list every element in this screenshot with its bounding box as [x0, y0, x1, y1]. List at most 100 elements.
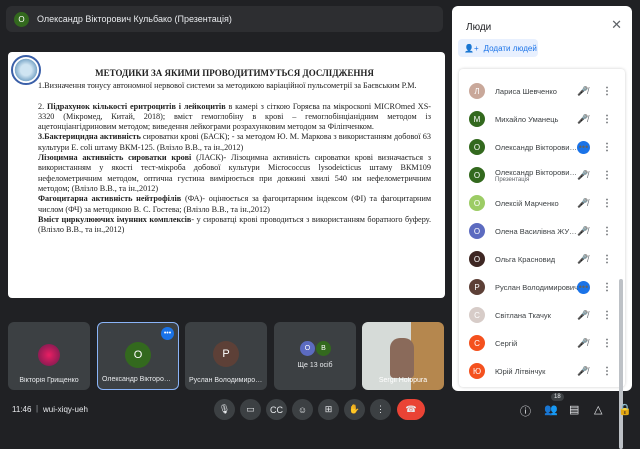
more-dots-icon: •••: [161, 327, 174, 340]
mic-off-icon[interactable]: 🎤̸: [577, 86, 588, 97]
participant-name: Олена Василівна ЖУРЕНКО: [495, 226, 580, 236]
participant-info: Юрій Літвінчук: [495, 367, 580, 376]
participant-row[interactable]: М Михайло Уманець 🎤̸ ⋮: [459, 105, 625, 133]
hangup-icon: ☎: [405, 404, 417, 414]
participant-avatar: О: [469, 251, 485, 267]
p3-bold: 3.Бактерицидна активність: [38, 132, 141, 142]
tile-oleksandr[interactable]: ••• О Олександр Вікторович: [97, 322, 179, 390]
more-vert-icon[interactable]: ⋮: [602, 310, 612, 321]
more-vert-icon[interactable]: ⋮: [602, 366, 612, 377]
participant-avatar: Л: [469, 83, 485, 99]
more-vert-icon: ⋮: [376, 404, 385, 414]
mic-button[interactable]: 🎙: [214, 399, 235, 420]
participant-avatar: Р: [469, 279, 485, 295]
participant-row[interactable]: Р Руслан Володимирович ••• ⋮: [459, 273, 625, 301]
participant-info: Сергій: [495, 339, 580, 348]
participant-name: Сергій: [495, 338, 518, 348]
clock: 11:46: [12, 405, 32, 414]
participant-name: Світлана Ткачук: [495, 310, 551, 320]
participant-info: Ольга Красновид: [495, 255, 580, 264]
mic-off-icon[interactable]: 🎤̸: [577, 310, 588, 321]
host-controls-icon[interactable]: 🔒: [618, 403, 632, 416]
participant-avatar: О: [469, 195, 485, 211]
p4-bold: Лізоцимна активність сироватки крові: [38, 153, 192, 163]
camera-icon: ▭: [246, 404, 255, 414]
video-person: [390, 338, 414, 378]
more-vert-icon[interactable]: ⋮: [602, 114, 612, 125]
mic-off-icon[interactable]: 🎤̸: [577, 226, 588, 237]
participant-avatar: М: [469, 111, 485, 127]
more-vert-icon[interactable]: ⋮: [602, 142, 612, 153]
tile-name: Олександр Вікторович: [102, 376, 176, 383]
mic-off-icon[interactable]: 🎤̸: [577, 338, 588, 349]
university-logo: [11, 55, 41, 85]
more-vert-icon[interactable]: ⋮: [602, 198, 612, 209]
add-people-button[interactable]: 👤+ Додати людей: [458, 39, 538, 57]
hand-icon: ✋: [348, 404, 361, 414]
meeting-code: wui-xiqy-ueh: [43, 405, 88, 414]
speaking-indicator-icon: •••: [577, 280, 590, 294]
mic-off-icon[interactable]: 🎤̸: [577, 254, 588, 265]
activities-icon[interactable]: △: [594, 403, 602, 416]
people-icon[interactable]: 👥: [544, 403, 558, 416]
participant-avatar: Ю: [469, 363, 485, 379]
more-vert-icon[interactable]: ⋮: [602, 254, 612, 265]
participant-row[interactable]: Ю Юрій Літвінчук 🎤̸ ⋮: [459, 357, 625, 385]
avatar: О: [125, 342, 151, 368]
participant-row[interactable]: О Олександр Вікторович КульбакоПрезентац…: [459, 161, 625, 189]
mic-off-icon[interactable]: 🎤̸: [577, 366, 588, 377]
emoji-button[interactable]: ☺: [292, 399, 313, 420]
participant-avatar: О: [469, 139, 485, 155]
participant-info: Михайло Уманець: [495, 115, 580, 124]
chat-icon[interactable]: ▤: [569, 403, 579, 416]
participant-avatar: С: [469, 307, 485, 323]
tile-others[interactable]: О В Ще 13 осіб: [274, 322, 356, 390]
participant-name: Юрій Літвінчук: [495, 366, 546, 376]
p2-bold: Підрахунок кількості еритроцитів і лейко…: [46, 101, 226, 111]
participant-list[interactable]: Л Лариса Шевченко 🎤̸ ⋮ М Михайло Уманець …: [459, 69, 625, 449]
add-person-icon: 👤+: [464, 43, 479, 53]
leave-call-button[interactable]: ☎: [397, 399, 425, 420]
participant-row[interactable]: С Сергій 🎤̸ ⋮: [459, 329, 625, 357]
people-panel: Люди ✕ 👤+ Додати людей Л Лариса Шевченко…: [452, 6, 632, 449]
participant-avatar: О: [469, 223, 485, 239]
tile-name: Sergii Holopura: [378, 377, 428, 384]
tile-viktoria[interactable]: Вікторія Грищенко: [8, 322, 90, 390]
slide-para-2: 2. Підрахунок кількості еритроцитів і ле…: [38, 102, 431, 133]
panel-title: Люди: [466, 22, 492, 33]
participant-row[interactable]: О Олексій Марченко 🎤̸ ⋮: [459, 189, 625, 217]
p5-bold: Фагоцитарна активність нейтрофілів: [38, 194, 182, 204]
present-button[interactable]: ⊞: [318, 399, 339, 420]
close-icon[interactable]: ✕: [611, 17, 622, 33]
info-icon[interactable]: ⓘ: [520, 403, 531, 419]
emoji-icon: ☺: [297, 404, 308, 415]
captions-button[interactable]: CC: [266, 399, 287, 420]
mic-off-icon[interactable]: 🎤̸: [577, 198, 588, 209]
mic-off-icon[interactable]: 🎤̸: [577, 114, 588, 125]
participant-row[interactable]: О Олександр Вікторович Кульбако ••• ⋮: [459, 133, 625, 161]
tile-sergii-video[interactable]: Sergii Holopura: [362, 322, 444, 390]
more-options-button[interactable]: ⋮: [370, 399, 391, 420]
camera-button[interactable]: ▭: [240, 399, 261, 420]
participant-name: Руслан Володимирович: [495, 282, 579, 292]
slide-para-3: 3.Бактерицидна активність сироватки кров…: [38, 132, 431, 153]
raise-hand-button[interactable]: ✋: [344, 399, 365, 420]
captions-icon: CC: [270, 404, 283, 415]
speaking-indicator-icon: •••: [577, 140, 590, 154]
participant-row[interactable]: С Світлана Ткачук 🎤̸ ⋮: [459, 301, 625, 329]
participant-row[interactable]: Л Лариса Шевченко 🎤̸ ⋮: [459, 77, 625, 105]
more-vert-icon[interactable]: ⋮: [602, 170, 612, 181]
more-vert-icon[interactable]: ⋮: [602, 226, 612, 237]
participant-row[interactable]: О Олена Василівна ЖУРЕНКО 🎤̸ ⋮: [459, 217, 625, 245]
participant-name: Михайло Уманець: [495, 114, 559, 124]
mic-off-icon[interactable]: 🎤̸: [577, 170, 588, 181]
participant-row[interactable]: О Ольга Красновид 🎤̸ ⋮: [459, 245, 625, 273]
slide-para-5: Фагоцитарна активність нейтрофілів (ФА)-…: [38, 194, 431, 215]
more-vert-icon[interactable]: ⋮: [602, 282, 612, 293]
slide-para-4: Лізоцимна активність сироватки крові (ЛА…: [38, 153, 431, 194]
tile-ruslan[interactable]: Р Руслан Володимирович: [185, 322, 267, 390]
presenter-name: Олександр Вікторович Кульбако (Презентац…: [37, 14, 232, 24]
more-vert-icon[interactable]: ⋮: [602, 86, 612, 97]
more-vert-icon[interactable]: ⋮: [602, 338, 612, 349]
presenter-avatar: О: [14, 11, 29, 27]
